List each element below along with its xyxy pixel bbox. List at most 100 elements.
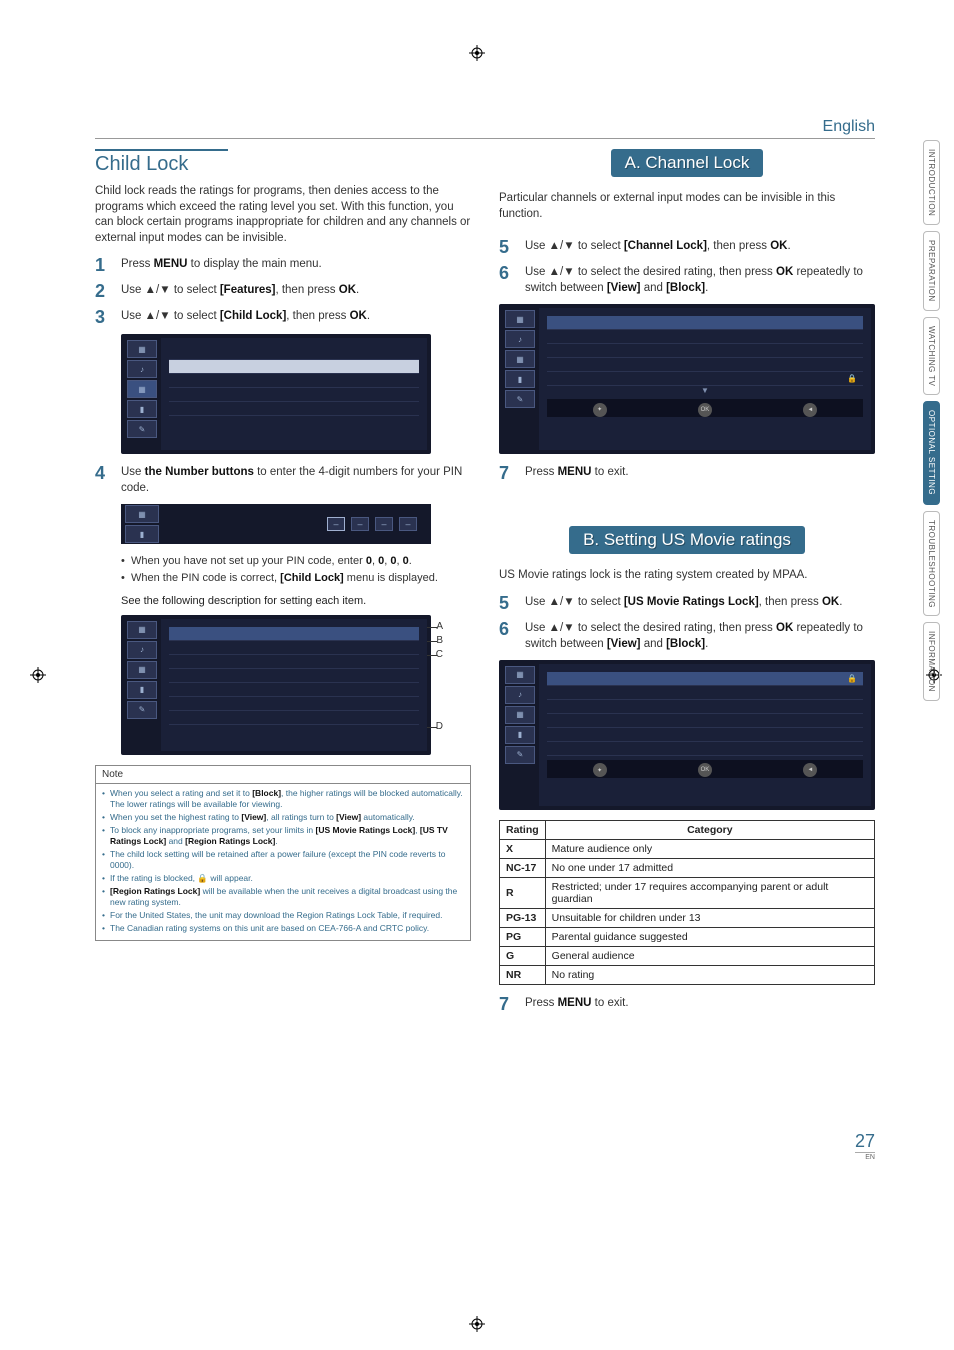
step-b5-text: Use ▲/▼ to select [US Movie Ratings Lock…	[525, 594, 875, 612]
section-tab: WATCHING TV	[923, 317, 940, 395]
callout-label: A	[436, 621, 443, 632]
note-item: To block any inappropriate programs, set…	[102, 825, 464, 847]
menu-tab-icon: ▦	[127, 661, 157, 679]
registration-mark-icon	[30, 667, 46, 683]
step-b5-number: 5	[499, 594, 515, 612]
step-a6-text: Use ▲/▼ to select the desired rating, th…	[525, 264, 875, 296]
list-item: When the PIN code is correct, [Child Loc…	[121, 571, 471, 586]
menu-tab-icon: ▦	[125, 505, 159, 523]
step-a5-number: 5	[499, 238, 515, 256]
language-label: English	[823, 118, 875, 135]
step-b6-number: 6	[499, 620, 515, 652]
left-column: Child Lock Child lock reads the ratings …	[95, 149, 471, 1021]
note-item: The Canadian rating systems on this unit…	[102, 923, 464, 934]
category-cell: Restricted; under 17 requires accompanyi…	[545, 877, 874, 908]
step-3-text: Use ▲/▼ to select [Child Lock], then pre…	[121, 308, 471, 326]
pin-digit: –	[351, 517, 369, 531]
ok-button-icon: OK	[698, 403, 712, 417]
menu-screenshot-1: ▦ ♪ ▦ ▮ ✎	[121, 334, 431, 454]
child-lock-intro: Child lock reads the ratings for program…	[95, 184, 471, 246]
table-row: NC-17No one under 17 admitted	[500, 858, 875, 877]
step-a7-text: Press MENU to exit.	[525, 464, 875, 482]
nav-icon: ✦	[593, 403, 607, 417]
note-item: The child lock setting will be retained …	[102, 849, 464, 871]
table-header-rating: Rating	[500, 820, 546, 839]
note-list: When you select a rating and set it to […	[102, 788, 464, 935]
step-4-text: Use the Number buttons to enter the 4-di…	[121, 464, 471, 496]
step-b7-number: 7	[499, 995, 515, 1013]
ratings-table: Rating Category XMature audience onlyNC-…	[499, 820, 875, 985]
callout-label: B	[436, 635, 443, 646]
registration-mark-icon	[469, 45, 485, 61]
category-cell: No rating	[545, 965, 874, 984]
menu-tab-icon: ✎	[127, 701, 157, 719]
back-button-icon: ◄	[803, 763, 817, 777]
callout-label: D	[436, 721, 443, 732]
page-number: 27 EN	[855, 1131, 875, 1161]
menu-tab-icon: ▦	[127, 621, 157, 639]
note-heading: Note	[96, 766, 470, 784]
menu-tab-icon: ▦	[505, 706, 535, 724]
section-b-heading: B. Setting US Movie ratings	[569, 526, 805, 554]
pin-digit: –	[327, 517, 345, 531]
menu-tab-icon: ▮	[505, 370, 535, 388]
step-a7-number: 7	[499, 464, 515, 482]
section-tab: OPTIONAL SETTING	[923, 401, 940, 504]
pin-entry-screenshot: ▦ ▮ – – – –	[121, 504, 431, 544]
table-row: GGeneral audience	[500, 946, 875, 965]
menu-tab-icon: ▮	[127, 681, 157, 699]
channel-lock-screenshot: ▦ ♪ ▦ ▮ ✎ 🔒 ▼ ✦ OK ◄	[499, 304, 875, 454]
menu-tab-icon: ✎	[505, 746, 535, 764]
step-a5-text: Use ▲/▼ to select [Channel Lock], then p…	[525, 238, 875, 256]
back-button-icon: ◄	[803, 403, 817, 417]
category-cell: No one under 17 admitted	[545, 858, 874, 877]
section-tab: PREPARATION	[923, 231, 940, 311]
menu-tab-icon: ✎	[505, 390, 535, 408]
table-row: PGParental guidance suggested	[500, 927, 875, 946]
note-item: When you set the highest rating to [View…	[102, 812, 464, 823]
menu-tab-icon: ♪	[505, 686, 535, 704]
step-2-number: 2	[95, 282, 111, 300]
note-item: If the rating is blocked, 🔒 will appear.	[102, 873, 464, 884]
menu-tab-icon: ▮	[125, 525, 159, 543]
section-tabs: INTRODUCTION PREPARATION WATCHING TV OPTION…	[923, 140, 940, 701]
us-movie-ratings-screenshot: ▦ ♪ ▦ ▮ ✎ 🔒 ✦ OK ◄	[499, 660, 875, 810]
table-row: RRestricted; under 17 requires accompany…	[500, 877, 875, 908]
pin-digit: –	[399, 517, 417, 531]
section-b-intro: US Movie ratings lock is the rating syst…	[499, 568, 875, 584]
menu-tab-icon: ▦	[127, 380, 157, 398]
rating-cell: NC-17	[500, 858, 546, 877]
right-column: A. Channel Lock Particular channels or e…	[499, 149, 875, 1021]
rating-cell: R	[500, 877, 546, 908]
menu-tab-icon: ♪	[127, 360, 157, 378]
section-a-heading: A. Channel Lock	[611, 149, 764, 177]
table-row: XMature audience only	[500, 839, 875, 858]
table-row: PG-13Unsuitable for children under 13	[500, 908, 875, 927]
note-item: For the United States, the unit may down…	[102, 910, 464, 921]
child-lock-menu-screenshot: ▦ ♪ ▦ ▮ ✎ A B C D	[121, 615, 431, 755]
see-following-text: See the following description for settin…	[121, 594, 471, 609]
section-tab: TROUBLESHOOTING	[923, 511, 940, 617]
step-1-number: 1	[95, 256, 111, 274]
section-a-intro: Particular channels or external input mo…	[499, 191, 875, 222]
ratings-table-body: XMature audience onlyNC-17No one under 1…	[500, 839, 875, 984]
menu-tab-icon: ▦	[127, 340, 157, 358]
category-cell: General audience	[545, 946, 874, 965]
pin-bullets: When you have not set up your PIN code, …	[121, 554, 471, 586]
note-box: Note When you select a rating and set it…	[95, 765, 471, 942]
ok-button-icon: OK	[698, 763, 712, 777]
step-2-text: Use ▲/▼ to select [Features], then press…	[121, 282, 471, 300]
step-4-number: 4	[95, 464, 111, 496]
child-lock-title: Child Lock	[95, 149, 228, 176]
section-tab: INTRODUCTION	[923, 140, 940, 225]
menu-tab-icon: ▦	[505, 350, 535, 368]
category-cell: Parental guidance suggested	[545, 927, 874, 946]
rating-cell: X	[500, 839, 546, 858]
note-item: When you select a rating and set it to […	[102, 788, 464, 810]
lock-icon: 🔒	[847, 374, 857, 383]
menu-tab-icon: ♪	[505, 330, 535, 348]
pin-digit: –	[375, 517, 393, 531]
table-header-category: Category	[545, 820, 874, 839]
lock-icon: 🔒	[847, 674, 857, 683]
rating-cell: PG-13	[500, 908, 546, 927]
